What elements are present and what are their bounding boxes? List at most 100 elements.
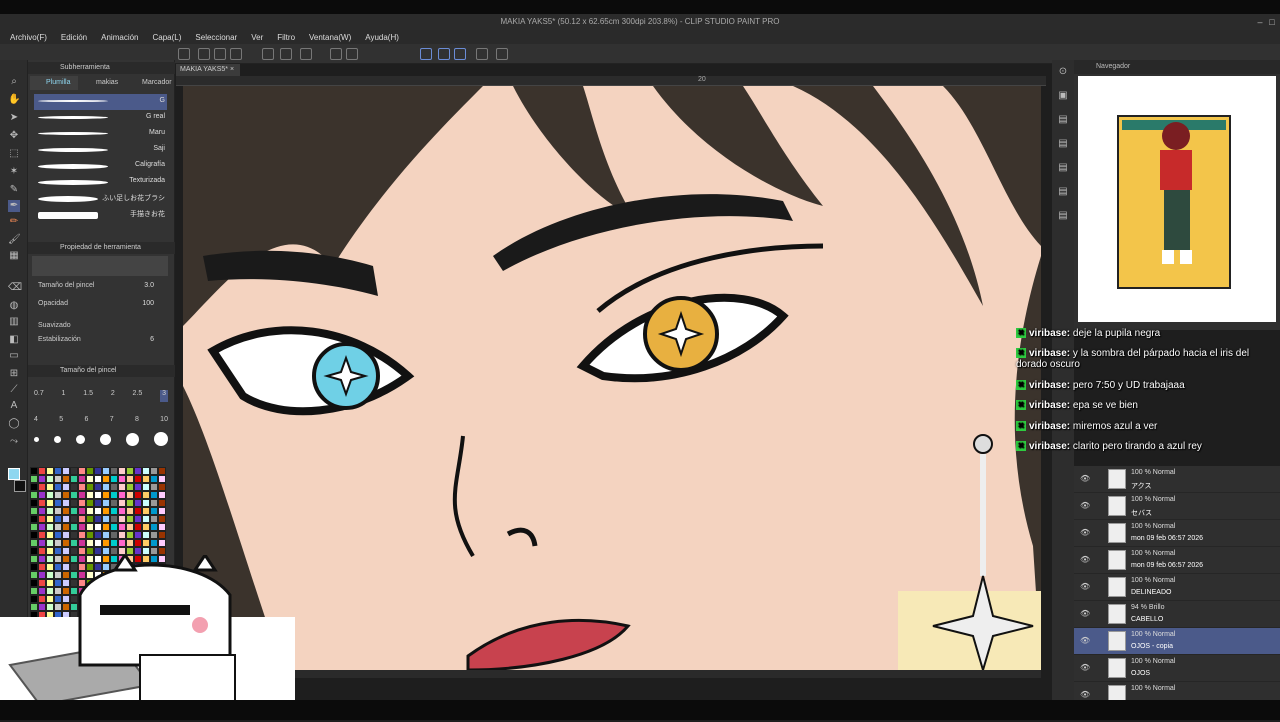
palette-swatch[interactable] (134, 523, 142, 531)
palette-swatch[interactable] (150, 515, 158, 523)
menu-capa[interactable]: Capa(L) (153, 33, 182, 42)
palette-swatch[interactable] (118, 507, 126, 515)
palette-swatch[interactable] (110, 539, 118, 547)
palette-swatch[interactable] (102, 523, 110, 531)
palette-swatch[interactable] (78, 475, 86, 483)
palette-swatch[interactable] (62, 531, 70, 539)
brush-size-row[interactable]: Tamaño del pincel 3.0 (38, 282, 168, 294)
maximize-icon[interactable]: □ (1266, 14, 1278, 30)
navigator-preview[interactable] (1078, 76, 1276, 322)
navigator-panel-icon[interactable]: ⊙ (1057, 66, 1069, 78)
stabilization-row[interactable]: Estabilización 6 (38, 336, 168, 348)
palette-swatch[interactable] (30, 539, 38, 547)
palette-swatch[interactable] (142, 539, 150, 547)
layer-row-selected[interactable]: 👁 100 % Normal OJOS - copia (1074, 628, 1280, 655)
palette-swatch[interactable] (54, 547, 62, 555)
menu-filtro[interactable]: Filtro (277, 33, 295, 42)
palette-swatch[interactable] (134, 491, 142, 499)
palette-swatch[interactable] (46, 475, 54, 483)
palette-swatch[interactable] (134, 531, 142, 539)
visibility-eye-icon[interactable]: 👁 (1080, 474, 1090, 483)
palette-swatch[interactable] (38, 475, 46, 483)
operation-tool-icon[interactable]: ➤ (8, 112, 20, 124)
horizontal-scrollbar[interactable] (183, 670, 1041, 678)
palette-swatch[interactable] (142, 531, 150, 539)
layer-row[interactable]: 👁 100 % Normal OJOS (1074, 655, 1280, 682)
brush-saji[interactable]: Saji (34, 142, 167, 158)
gradient-tool-icon[interactable]: ◧ (8, 334, 20, 346)
palette-swatch[interactable] (118, 491, 126, 499)
palette-swatch[interactable] (102, 515, 110, 523)
frame-tool-icon[interactable]: ⊞ (8, 368, 20, 380)
palette-swatch[interactable] (70, 499, 78, 507)
size-1[interactable]: 1 (62, 390, 66, 402)
new-canvas-icon[interactable] (178, 48, 190, 60)
palette-swatch[interactable] (142, 547, 150, 555)
palette-swatch[interactable] (110, 547, 118, 555)
palette-swatch[interactable] (30, 499, 38, 507)
visibility-eye-icon[interactable]: 👁 (1080, 555, 1090, 564)
palette-swatch[interactable] (70, 467, 78, 475)
palette-swatch[interactable] (30, 547, 38, 555)
open-icon[interactable] (198, 48, 210, 60)
palette-swatch[interactable] (70, 547, 78, 555)
palette-swatch[interactable] (126, 531, 134, 539)
palette-swatch[interactable] (86, 531, 94, 539)
palette-swatch[interactable] (158, 531, 166, 539)
palette-swatch[interactable] (54, 475, 62, 483)
palette-swatch[interactable] (118, 483, 126, 491)
transform-icon[interactable] (330, 48, 342, 60)
palette-swatch[interactable] (150, 539, 158, 547)
palette-swatch[interactable] (30, 507, 38, 515)
palette-swatch[interactable] (142, 507, 150, 515)
palette-swatch[interactable] (102, 475, 110, 483)
palette-swatch[interactable] (126, 499, 134, 507)
palette-swatch[interactable] (30, 531, 38, 539)
size-1.5[interactable]: 1.5 (83, 390, 93, 402)
palette-swatch[interactable] (86, 475, 94, 483)
size-6[interactable]: 6 (84, 416, 88, 428)
palette-swatch[interactable] (110, 531, 118, 539)
palette-swatch[interactable] (38, 467, 46, 475)
visibility-eye-icon[interactable]: 👁 (1080, 582, 1090, 591)
palette-swatch[interactable] (62, 547, 70, 555)
export-icon[interactable] (230, 48, 242, 60)
palette-swatch[interactable] (78, 483, 86, 491)
material-panel-icon-3[interactable]: ▤ (1057, 162, 1069, 174)
palette-swatch[interactable] (134, 515, 142, 523)
brush-g-real[interactable]: G real (34, 110, 167, 126)
palette-swatch[interactable] (158, 523, 166, 531)
visibility-eye-icon[interactable]: 👁 (1080, 636, 1090, 645)
palette-swatch[interactable] (78, 491, 86, 499)
palette-swatch[interactable] (38, 539, 46, 547)
palette-swatch[interactable] (70, 475, 78, 483)
palette-swatch[interactable] (62, 499, 70, 507)
palette-swatch[interactable] (70, 507, 78, 515)
layer-row[interactable]: 👁 100 % Normal mon 09 feb 06:57 2026 (1074, 520, 1280, 547)
ruler-snap-icon[interactable] (420, 48, 432, 60)
palette-swatch[interactable] (110, 483, 118, 491)
palette-swatch[interactable] (102, 539, 110, 547)
palette-swatch[interactable] (94, 483, 102, 491)
palette-swatch[interactable] (86, 483, 94, 491)
menu-edicion[interactable]: Edición (61, 33, 87, 42)
palette-swatch[interactable] (46, 539, 54, 547)
palette-swatch[interactable] (102, 491, 110, 499)
palette-swatch[interactable] (62, 467, 70, 475)
visibility-eye-icon[interactable]: 👁 (1080, 690, 1090, 699)
ruler-tool-icon[interactable]: ⟋ (8, 384, 20, 396)
palette-swatch[interactable] (150, 491, 158, 499)
palette-swatch[interactable] (46, 499, 54, 507)
palette-swatch[interactable] (86, 499, 94, 507)
palette-swatch[interactable] (38, 507, 46, 515)
palette-swatch[interactable] (110, 491, 118, 499)
palette-swatch[interactable] (118, 547, 126, 555)
clear-icon[interactable] (300, 48, 312, 60)
palette-swatch[interactable] (102, 531, 110, 539)
close-tab-icon[interactable]: × (230, 66, 234, 73)
palette-swatch[interactable] (86, 467, 94, 475)
special-ruler-snap-icon[interactable] (438, 48, 450, 60)
palette-swatch[interactable] (78, 547, 86, 555)
palette-swatch[interactable] (102, 467, 110, 475)
palette-swatch[interactable] (46, 507, 54, 515)
